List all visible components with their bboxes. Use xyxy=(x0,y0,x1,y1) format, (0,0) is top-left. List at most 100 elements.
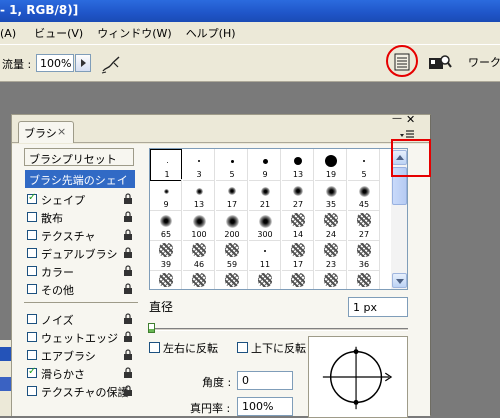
brush-preset-cell[interactable]: 45 xyxy=(348,179,380,211)
brush-preset-cell[interactable]: 35 xyxy=(315,179,347,211)
lock-icon[interactable] xyxy=(123,367,133,378)
brush-preset-cell[interactable]: 11 xyxy=(249,239,281,271)
brush-presets-button[interactable]: ブラシプリセット xyxy=(24,148,134,166)
menu-item-view[interactable]: ビュー(V) xyxy=(24,25,97,41)
menu-item-a[interactable]: (A) xyxy=(0,27,24,40)
option-shape[interactable]: シェイプ xyxy=(25,190,137,208)
menu-item-window[interactable]: ウィンドウ(W) xyxy=(97,25,185,41)
brush-preset-cell[interactable]: 65 xyxy=(150,209,182,241)
brush-preset-cell[interactable]: 14 xyxy=(282,209,314,241)
brush-tip-icon xyxy=(159,273,173,287)
option-color[interactable]: カラー xyxy=(25,262,137,280)
workspace-label[interactable]: ワークス xyxy=(468,54,500,70)
option-noise[interactable]: ノイズ xyxy=(25,310,137,328)
brush-preset-cell[interactable] xyxy=(183,269,215,289)
brush-preset-cell[interactable]: 17 xyxy=(282,239,314,271)
close-icon[interactable]: ✕ xyxy=(406,113,418,126)
brush-tip-icon xyxy=(324,213,338,227)
brush-preset-cell[interactable]: 36 xyxy=(348,239,380,271)
lock-icon[interactable] xyxy=(123,331,133,342)
brush-preset-cell[interactable]: 13 xyxy=(282,149,314,181)
lock-icon[interactable] xyxy=(123,349,133,360)
brush-preset-cell[interactable] xyxy=(348,269,380,289)
brush-preset-cell[interactable]: 24 xyxy=(315,209,347,241)
brush-size-label: 45 xyxy=(358,200,370,209)
tab-close-icon[interactable]: × xyxy=(57,125,66,138)
brush-preset-cell[interactable]: 13 xyxy=(183,179,215,211)
brush-size-label: 13 xyxy=(292,170,304,179)
flow-popup-button[interactable] xyxy=(75,54,91,72)
brush-preset-cell[interactable]: 9 xyxy=(150,179,182,211)
option-dual-brush[interactable]: デュアルブラシ xyxy=(25,244,137,262)
option-scatter[interactable]: 散布 xyxy=(25,208,137,226)
flow-input[interactable]: 100% xyxy=(36,54,74,72)
lock-icon[interactable] xyxy=(123,247,133,258)
airbrush-icon[interactable] xyxy=(100,53,122,75)
brush-preset-cell[interactable]: 300 xyxy=(249,209,281,241)
brush-preset-cell[interactable]: 3 xyxy=(183,149,215,181)
brush-tip-icon xyxy=(230,159,234,163)
brush-preset-cell[interactable]: 46 xyxy=(183,239,215,271)
option-protect-texture[interactable]: テクスチャの保護 xyxy=(25,382,137,400)
checkbox[interactable] xyxy=(237,342,248,353)
brush-preset-cell[interactable] xyxy=(282,269,314,289)
checkbox[interactable] xyxy=(27,192,37,204)
checkbox[interactable] xyxy=(27,332,37,342)
checkbox[interactable] xyxy=(27,366,37,378)
option-wet-edges[interactable]: ウェットエッジ xyxy=(25,328,137,346)
checkbox[interactable] xyxy=(27,266,37,276)
brush-preset-cell[interactable]: 9 xyxy=(249,149,281,181)
menu-item-help[interactable]: ヘルプ(H) xyxy=(186,25,244,41)
diameter-input[interactable]: 1 px xyxy=(348,297,408,317)
option-other[interactable]: その他 xyxy=(25,280,137,298)
brush-preset-cell[interactable]: 1 xyxy=(150,149,182,181)
brush-tip-icon xyxy=(192,243,206,257)
brush-preset-cell[interactable]: 21 xyxy=(249,179,281,211)
brush-preset-cell[interactable]: 17 xyxy=(216,179,248,211)
lock-icon[interactable] xyxy=(123,211,133,222)
brush-preset-cell[interactable]: 100 xyxy=(183,209,215,241)
brush-angle-preview[interactable] xyxy=(308,336,408,418)
brush-tip-grid[interactable]: 1 3 5 9 13 19 5 9 13 17 21 27 35 45 65 100 200 300 14 24 27 3… xyxy=(149,148,407,290)
lock-icon[interactable] xyxy=(123,385,133,396)
brush-preset-cell[interactable] xyxy=(216,269,248,289)
lock-icon[interactable] xyxy=(123,229,133,240)
checkbox[interactable] xyxy=(149,342,160,353)
diameter-slider-thumb[interactable] xyxy=(148,323,155,333)
checkbox[interactable] xyxy=(27,386,37,396)
brush-preset-cell[interactable]: 5 xyxy=(216,149,248,181)
option-airbrush[interactable]: エアブラシ xyxy=(25,346,137,364)
checkbox[interactable] xyxy=(27,350,37,360)
brush-preset-cell[interactable] xyxy=(150,269,182,289)
brush-preset-cell[interactable]: 19 xyxy=(315,149,347,181)
brush-preset-cell[interactable]: 27 xyxy=(348,209,380,241)
scroll-down-icon[interactable] xyxy=(392,273,407,288)
checkbox[interactable] xyxy=(27,314,37,324)
file-browser-icon[interactable] xyxy=(428,53,452,71)
brush-preset-cell[interactable]: 39 xyxy=(150,239,182,271)
lock-icon[interactable] xyxy=(123,265,133,276)
roundness-input[interactable]: 100% xyxy=(237,397,293,416)
tab-brushes[interactable]: ブラシ × xyxy=(18,121,74,143)
brush-preset-cell[interactable]: 23 xyxy=(315,239,347,271)
checkbox[interactable] xyxy=(27,212,37,222)
option-smoothing[interactable]: 滑らかさ xyxy=(25,364,137,382)
diameter-slider[interactable] xyxy=(150,328,408,331)
lock-icon[interactable] xyxy=(123,313,133,324)
brush-preset-cell[interactable]: 5 xyxy=(348,149,380,181)
brush-preset-cell[interactable] xyxy=(249,269,281,289)
brush-tip-shape-item[interactable]: ブラシ先端のシェイプ xyxy=(25,170,135,203)
checkbox[interactable] xyxy=(27,284,37,294)
brush-preset-cell[interactable] xyxy=(315,269,347,289)
option-texture[interactable]: テクスチャ xyxy=(25,226,137,244)
checkbox[interactable] xyxy=(27,248,37,258)
lock-icon[interactable] xyxy=(123,193,133,204)
checkbox[interactable] xyxy=(27,230,37,240)
brush-size-label: 11 xyxy=(259,260,271,269)
brush-preset-cell[interactable]: 59 xyxy=(216,239,248,271)
minimize-icon[interactable]: — xyxy=(392,114,404,125)
angle-input[interactable]: 0 xyxy=(237,371,293,390)
lock-icon[interactable] xyxy=(123,283,133,294)
brush-preset-cell[interactable]: 27 xyxy=(282,179,314,211)
brush-preset-cell[interactable]: 200 xyxy=(216,209,248,241)
